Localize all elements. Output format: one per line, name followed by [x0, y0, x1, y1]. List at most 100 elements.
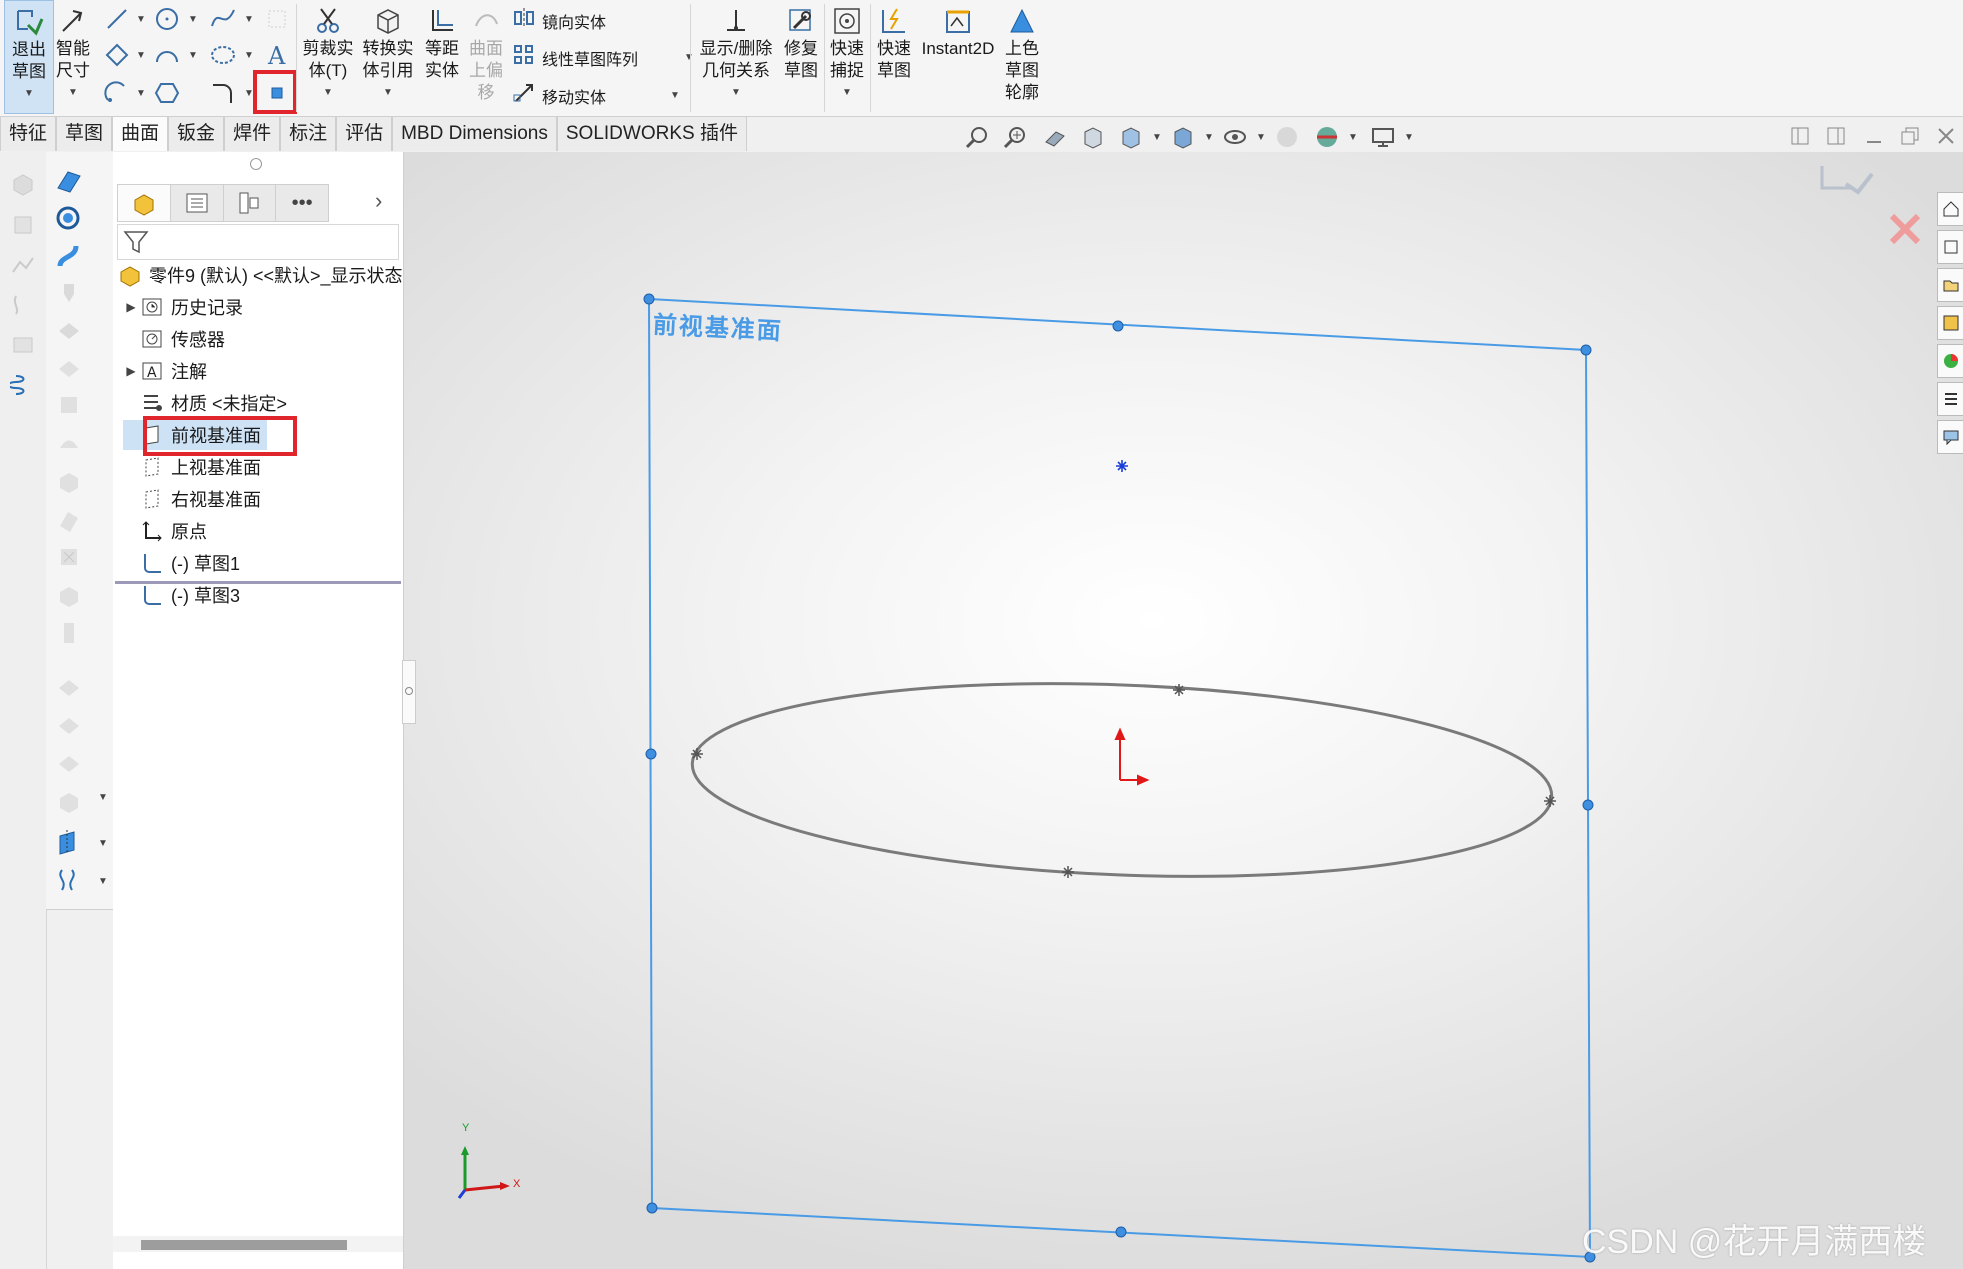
tab-markup[interactable]: 标注 — [280, 116, 337, 151]
exit-sketch-button[interactable]: 退出 草图 ▼ — [4, 0, 54, 114]
swept-surface-icon[interactable] — [54, 242, 84, 275]
extend-surface-icon[interactable] — [56, 620, 82, 651]
more-tabs-icon[interactable]: ••• — [276, 185, 328, 221]
tab-sketch[interactable]: 草图 — [56, 116, 113, 151]
hide-show-items-icon[interactable] — [1220, 122, 1250, 152]
trim-surface-icon[interactable] — [56, 674, 82, 705]
cancel-sketch-icon[interactable] — [1888, 212, 1922, 246]
expand-arrow-icon[interactable]: ▶ — [123, 300, 139, 314]
untrim-surface-icon[interactable] — [56, 712, 82, 743]
slot-icon[interactable] — [102, 78, 132, 108]
tree-item-sketch1[interactable]: (-) 草图1 — [123, 548, 240, 578]
extrude-icon[interactable] — [10, 170, 36, 201]
filter-bar[interactable] — [117, 224, 399, 260]
apply-scene-icon[interactable] — [1312, 122, 1342, 152]
tree-item-origin[interactable]: 原点 — [123, 516, 207, 546]
lofted-surface-icon[interactable] — [56, 280, 82, 311]
panel-grip[interactable] — [250, 158, 262, 170]
spline-icon[interactable] — [208, 4, 238, 34]
thicken-icon[interactable] — [56, 788, 82, 819]
previous-view-icon[interactable] — [1040, 122, 1070, 152]
close-icon[interactable] — [1936, 126, 1956, 151]
shaded-sketch-contours-button[interactable]: 上色 草图 轮廓 — [1000, 0, 1044, 104]
hole-icon[interactable] — [10, 332, 36, 363]
box-icon[interactable] — [10, 212, 36, 243]
configurationmanager-tab-icon[interactable] — [224, 185, 277, 221]
zoom-to-fit-icon[interactable] — [962, 122, 992, 152]
boundary-surface-icon[interactable] — [56, 317, 82, 348]
tab-sheet-metal[interactable]: 钣金 — [168, 116, 225, 151]
tree-item-material[interactable]: 材质 <未指定> — [123, 388, 287, 418]
view-orientation-icon[interactable] — [1116, 122, 1146, 152]
delete-face-icon[interactable] — [56, 544, 82, 575]
repair-sketch-button[interactable]: 修复 草图 — [780, 0, 822, 82]
tab-features[interactable]: 特征 — [0, 116, 57, 151]
propertymanager-tab-icon[interactable] — [171, 185, 224, 221]
offset-entities-button[interactable]: 等距 实体 — [420, 0, 464, 82]
forum-icon[interactable] — [1937, 420, 1963, 454]
revolved-surface-icon[interactable] — [54, 204, 84, 237]
instant2d-button[interactable]: Instant2D — [918, 0, 998, 60]
convert-entities-button[interactable]: 转换实 体引用 ▼ — [360, 0, 416, 104]
custom-properties-icon[interactable] — [1937, 382, 1963, 416]
tree-item-history[interactable]: ▶ 历史记录 — [123, 292, 243, 322]
tile-left-icon[interactable] — [1790, 126, 1810, 151]
knit-surface-icon[interactable] — [56, 750, 82, 781]
tile-right-icon[interactable] — [1826, 126, 1846, 151]
display-delete-relations-button[interactable]: 显示/删除 几何关系 ▼ — [694, 0, 778, 104]
tab-solidworks-addins[interactable]: SOLIDWORKS 插件 — [556, 116, 747, 151]
arc-icon[interactable] — [152, 40, 182, 70]
restore-icon[interactable] — [1900, 126, 1920, 151]
quick-snaps-button[interactable]: 快速 捕捉 ▼ — [826, 0, 868, 104]
tree-item-top-plane[interactable]: 上视基准面 — [123, 452, 261, 482]
profile-icon[interactable] — [10, 252, 36, 283]
display-style-icon[interactable] — [1168, 122, 1198, 152]
minimize-icon[interactable] — [1864, 126, 1884, 151]
tab-mbd-dimensions[interactable]: MBD Dimensions — [392, 116, 557, 151]
section-view-icon[interactable] — [1078, 122, 1108, 152]
tree-item-sensors[interactable]: 传感器 — [123, 324, 225, 354]
edit-appearance-icon[interactable] — [1272, 122, 1302, 152]
scrollbar-thumb[interactable] — [141, 1240, 347, 1250]
trim-entities-button[interactable]: 剪裁实 体(T) ▼ — [300, 0, 356, 104]
ruled-surface-icon[interactable] — [56, 468, 82, 499]
curves-icon[interactable] — [54, 866, 84, 899]
tree-item-sketch3[interactable]: (-) 草图3 — [123, 580, 240, 610]
tree-root-part[interactable]: 零件9 (默认) <<默认>_显示状态 — [117, 260, 403, 290]
chevron-right-icon[interactable]: › — [375, 188, 382, 214]
text-icon[interactable]: A — [262, 40, 292, 70]
tree-item-annotations[interactable]: ▶ A 注解 — [123, 356, 207, 386]
mirror-entities-button[interactable]: 镜向实体 — [512, 6, 606, 35]
circle-icon[interactable] — [152, 4, 182, 34]
tab-evaluate[interactable]: 评估 — [336, 116, 393, 151]
smart-dimension-button[interactable]: 智能 尺寸 ▼ — [54, 0, 92, 104]
planar-surface-icon[interactable] — [56, 392, 82, 423]
expand-arrow-icon[interactable]: ▶ — [123, 364, 139, 378]
tree-item-right-plane[interactable]: 右视基准面 — [123, 484, 261, 514]
offset-on-surface-button[interactable]: 曲面 上偏 移 — [466, 0, 506, 104]
appearances-icon[interactable] — [1937, 344, 1963, 378]
line-icon[interactable] — [102, 4, 132, 34]
reference-geometry-icon[interactable] — [54, 828, 84, 861]
view-palette-icon[interactable] — [1937, 306, 1963, 340]
rapid-sketch-button[interactable]: 快速 草图 — [872, 0, 916, 82]
replace-face-icon[interactable] — [56, 582, 82, 613]
extruded-surface-icon[interactable] — [54, 166, 84, 199]
ellipse-icon[interactable] — [208, 40, 238, 70]
polygon-icon[interactable] — [152, 78, 182, 108]
featuremanager-tab-icon[interactable] — [118, 185, 171, 221]
solidworks-resources-icon[interactable] — [1937, 192, 1963, 226]
helix-icon[interactable] — [7, 372, 36, 403]
horizontal-scrollbar[interactable] — [113, 1236, 403, 1252]
rectangle-icon[interactable] — [102, 40, 132, 70]
panel-splitter[interactable] — [402, 660, 416, 724]
offset-surface-icon[interactable] — [56, 430, 82, 461]
design-library-icon[interactable] — [1937, 230, 1963, 264]
confirm-exit-sketch-icon[interactable] — [1818, 162, 1874, 202]
graphics-area[interactable]: 前视基准面 Y X CSDN @花开月满西楼 — [404, 152, 1963, 1269]
view-settings-icon[interactable] — [1368, 122, 1398, 152]
sweep-icon[interactable] — [10, 292, 36, 323]
surface-flatten-icon[interactable] — [56, 506, 82, 537]
file-explorer-icon[interactable] — [1937, 268, 1963, 302]
tab-surfaces[interactable]: 曲面 — [112, 116, 169, 151]
